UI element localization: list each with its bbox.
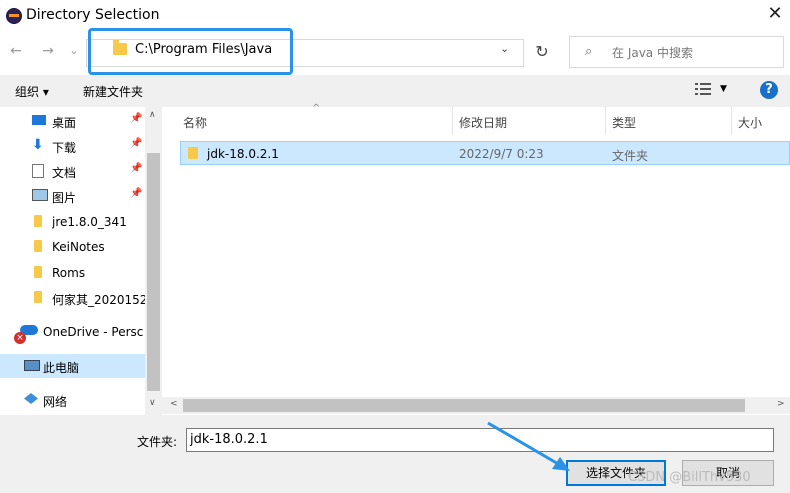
sidebar-scroll-thumb[interactable] <box>147 153 160 391</box>
pin-icon: 📌 <box>130 113 143 124</box>
view-dropdown-icon[interactable]: ▼ <box>720 84 727 94</box>
refresh-button[interactable]: ↻ <box>530 41 554 63</box>
view-options-icon[interactable] <box>695 83 711 95</box>
address-dropdown-icon[interactable]: ⌄ <box>500 42 509 55</box>
horizontal-scroll-thumb[interactable] <box>183 399 745 412</box>
sidebar-item-pictures[interactable]: 图片 📌 <box>0 184 145 208</box>
document-icon <box>32 164 44 178</box>
sidebar-item-label: KeiNotes <box>52 240 105 254</box>
column-header-type[interactable]: 类型 <box>612 114 636 131</box>
row-name[interactable]: jdk-18.0.2.1 <box>207 147 279 161</box>
column-header-modified[interactable]: 修改日期 <box>459 114 507 131</box>
recent-locations-button[interactable]: ⌄ <box>64 40 84 62</box>
close-button[interactable]: ✕ <box>764 3 786 25</box>
window-title: Directory Selection <box>26 7 160 23</box>
pin-icon: 📌 <box>130 188 143 199</box>
picture-icon <box>32 189 48 201</box>
folder-icon <box>188 147 198 159</box>
column-divider[interactable] <box>731 107 732 135</box>
sidebar-item-label: jre1.8.0_341 <box>52 215 127 229</box>
folder-icon <box>34 240 42 252</box>
sidebar-item-label: Roms <box>52 266 86 280</box>
sidebar-item-onedrive[interactable]: × OneDrive - Persc <box>0 320 145 344</box>
annotation-highlight-box <box>88 28 293 75</box>
annotation-arrow <box>487 421 570 471</box>
eclipse-app-icon <box>6 8 22 24</box>
search-icon: ⌕ <box>585 44 593 59</box>
sidebar-item-label: OneDrive - Persc <box>43 325 144 339</box>
help-icon[interactable]: ? <box>760 81 778 99</box>
folder-icon <box>34 291 42 303</box>
sidebar-item-roms[interactable]: Roms <box>0 261 145 285</box>
folder-icon <box>34 215 42 227</box>
column-divider[interactable] <box>605 107 606 135</box>
organize-menu-button[interactable]: 组织 ▾ <box>15 83 49 100</box>
pin-icon: 📌 <box>130 163 143 174</box>
pin-icon: 📌 <box>130 138 143 149</box>
scroll-up-arrow[interactable]: ∧ <box>149 110 156 120</box>
sidebar-item-downloads[interactable]: ⬇ 下载 📌 <box>0 134 145 158</box>
scroll-left-arrow[interactable]: < <box>170 399 178 409</box>
download-icon: ⬇ <box>32 137 44 153</box>
folder-name-value[interactable]: jdk-18.0.2.1 <box>190 432 268 447</box>
folder-icon <box>34 266 42 278</box>
sidebar-item-label: 网络 <box>43 395 68 409</box>
network-icon <box>24 393 38 404</box>
new-folder-button[interactable]: 新建文件夹 <box>83 83 143 100</box>
watermark-text: CSDN @BillThv530 <box>628 470 751 485</box>
row-modified: 2022/9/7 0:23 <box>459 147 544 161</box>
column-header-size[interactable]: 大小 <box>738 114 762 131</box>
sidebar-item-jre[interactable]: jre1.8.0_341 <box>0 210 145 234</box>
computer-icon <box>24 360 40 371</box>
sidebar-item-label: 此电脑 <box>43 361 80 375</box>
sync-error-icon: × <box>14 332 26 344</box>
scroll-right-arrow[interactable]: > <box>777 399 785 409</box>
sidebar-item-keinotes[interactable]: KeiNotes <box>0 235 145 259</box>
sidebar-item-desktop[interactable]: 桌面 📌 <box>0 109 145 133</box>
sidebar-item-documents[interactable]: 文档 📌 <box>0 159 145 183</box>
column-divider[interactable] <box>452 107 453 135</box>
row-type: 文件夹 <box>612 149 649 163</box>
back-button[interactable]: ← <box>6 40 26 62</box>
sidebar-item-network[interactable]: 网络 <box>0 388 145 412</box>
sidebar-item-this-pc[interactable]: 此电脑 <box>0 354 145 378</box>
forward-button[interactable]: → <box>38 40 58 62</box>
folder-name-label: 文件夹: <box>137 435 178 449</box>
column-header-name[interactable]: 名称 <box>183 114 207 131</box>
scroll-down-arrow[interactable]: ∨ <box>149 398 156 408</box>
sort-arrow-icon: ^ <box>312 103 321 114</box>
sidebar-item-label: 何家其_2020152 <box>52 293 145 307</box>
sidebar-item-folder-2020152[interactable]: 何家其_2020152 <box>0 286 145 310</box>
search-placeholder: 在 Java 中搜索 <box>612 46 693 60</box>
desktop-icon <box>32 115 46 125</box>
